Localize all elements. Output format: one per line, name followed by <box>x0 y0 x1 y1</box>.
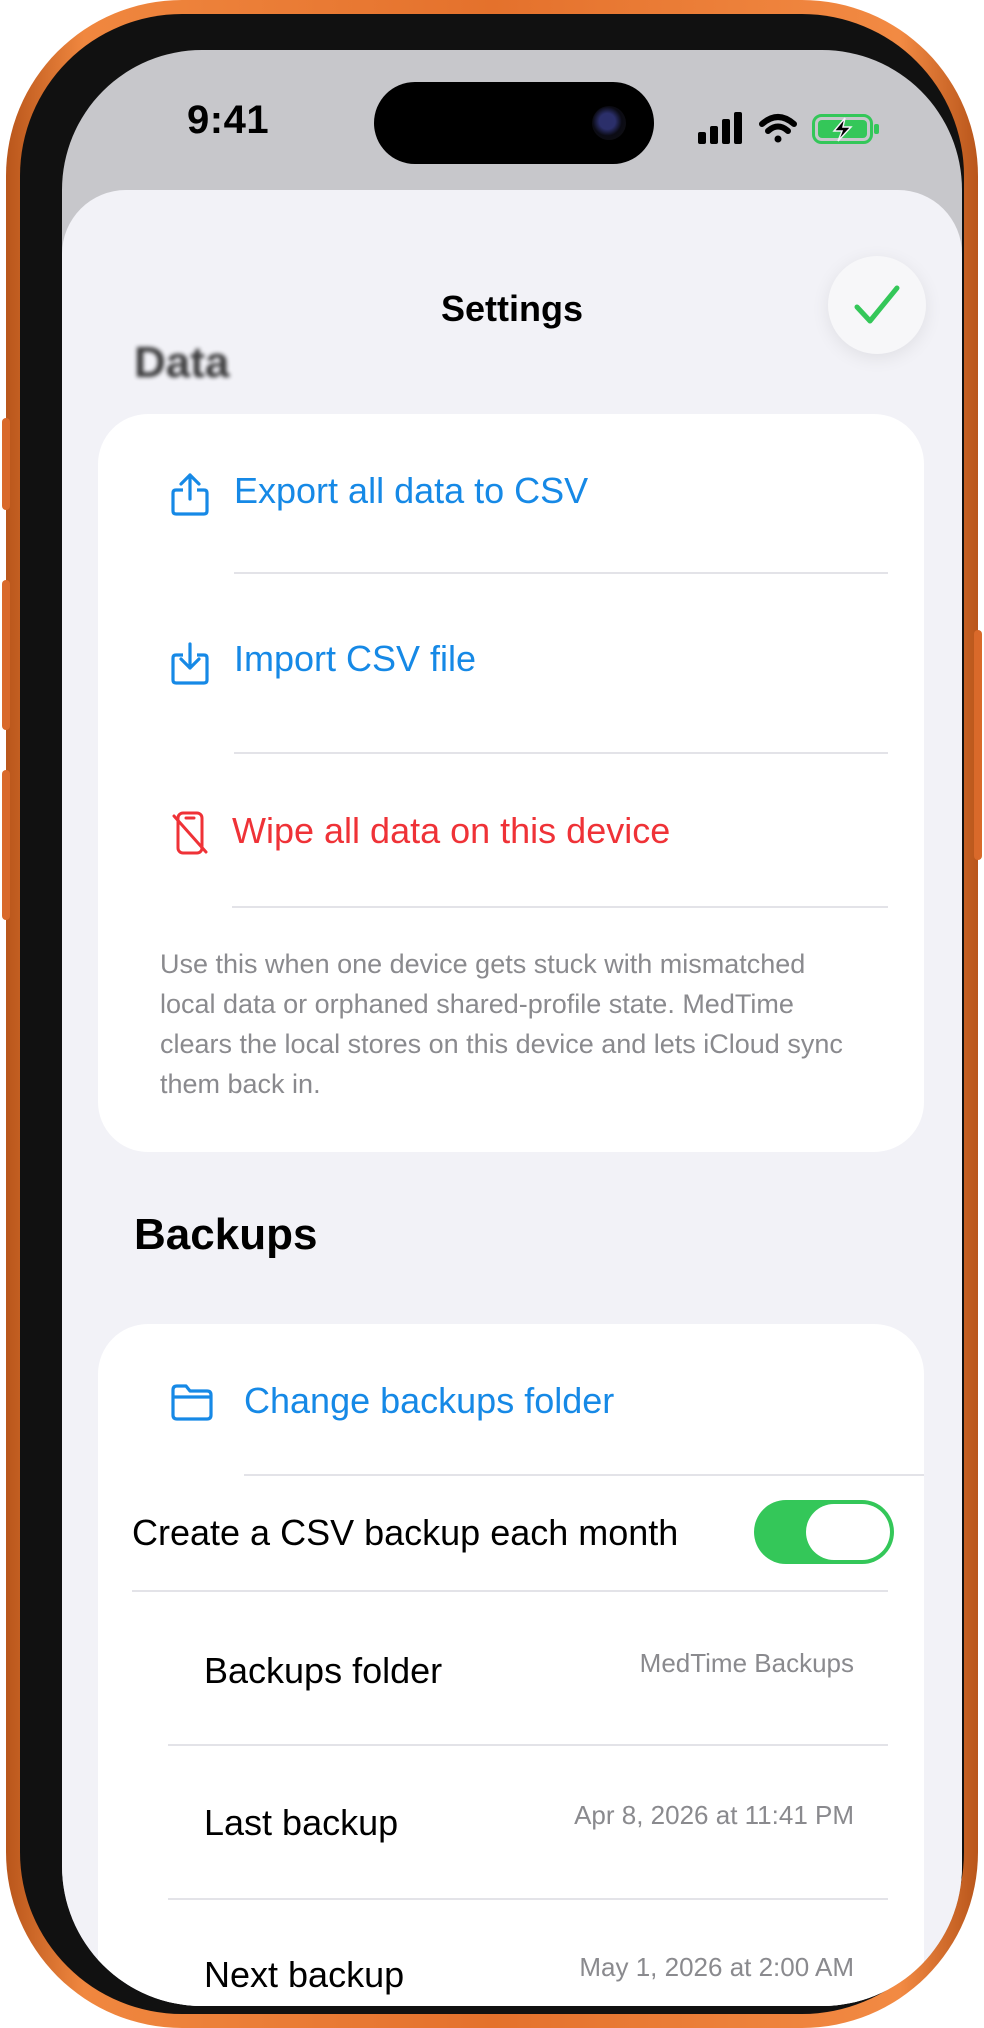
wipe-data-footnote: Use this when one device gets stuck with… <box>160 949 843 1099</box>
divider <box>232 906 888 908</box>
backups-folder-label: Backups folder <box>204 1650 443 1691</box>
change-backups-folder-label: Change backups folder <box>244 1380 615 1421</box>
next-backup-value: May 1, 2026 at 2:00 AM <box>579 1952 854 1982</box>
export-csv-row[interactable]: Export all data to CSV <box>98 414 924 574</box>
camera-icon <box>592 106 626 140</box>
checkmark-icon <box>854 285 900 324</box>
last-backup-row: Last backup Apr 8, 2026 at 11:41 PM <box>98 1746 924 1898</box>
monthly-backup-label: Create a CSV backup each month <box>132 1512 679 1553</box>
phone-bezel: 9:41 Settings Data Export all data to CS… <box>20 14 964 2014</box>
cellular-signal-icon <box>698 112 742 144</box>
import-csv-label: Import CSV file <box>234 638 477 679</box>
action-button <box>2 418 10 510</box>
wifi-icon <box>759 114 797 143</box>
sheet-title: Settings <box>440 288 583 329</box>
monthly-backup-row: Create a CSV backup each month <box>98 1476 924 1590</box>
backups-card: Change backups folder Create a CSV backu… <box>98 1324 924 2006</box>
export-csv-label: Export all data to CSV <box>234 470 589 511</box>
toggle-knob <box>806 1504 890 1560</box>
status-icons <box>698 112 879 144</box>
power-button <box>974 630 982 860</box>
volume-down-button <box>2 770 10 920</box>
folder-icon <box>171 1384 213 1421</box>
next-backup-row: Next backup May 1, 2026 at 2:00 AM <box>98 1900 924 2006</box>
change-backups-folder-row[interactable]: Change backups folder <box>98 1324 924 1474</box>
backups-section-header: Backups <box>134 1210 318 1259</box>
download-tray-icon <box>171 642 209 685</box>
backups-folder-value: MedTime Backups <box>639 1648 854 1678</box>
next-backup-label: Next backup <box>204 1954 405 1995</box>
dynamic-island <box>374 82 654 164</box>
wipe-data-label: Wipe all data on this device <box>232 810 671 851</box>
volume-up-button <box>2 580 10 730</box>
data-card: Export all data to CSV Import CSV file W… <box>98 414 924 1152</box>
phone-slash-icon <box>172 811 208 855</box>
monthly-backup-toggle[interactable] <box>754 1500 894 1564</box>
wipe-data-row[interactable]: Wipe all data on this device <box>98 754 924 908</box>
done-button[interactable] <box>828 256 926 354</box>
status-time: 9:41 <box>187 98 270 142</box>
share-upload-icon <box>171 473 209 516</box>
import-csv-row[interactable]: Import CSV file <box>98 574 924 752</box>
backups-folder-row: Backups folder MedTime Backups <box>98 1592 924 1744</box>
settings-sheet: Settings Data Export all data to CSV Imp… <box>62 190 962 2006</box>
last-backup-value: Apr 8, 2026 at 11:41 PM <box>574 1800 854 1830</box>
battery-charging-icon <box>812 114 879 144</box>
last-backup-label: Last backup <box>204 1802 399 1843</box>
data-section-header: Data <box>134 338 230 387</box>
screen: 9:41 Settings Data Export all data to CS… <box>62 50 962 2006</box>
